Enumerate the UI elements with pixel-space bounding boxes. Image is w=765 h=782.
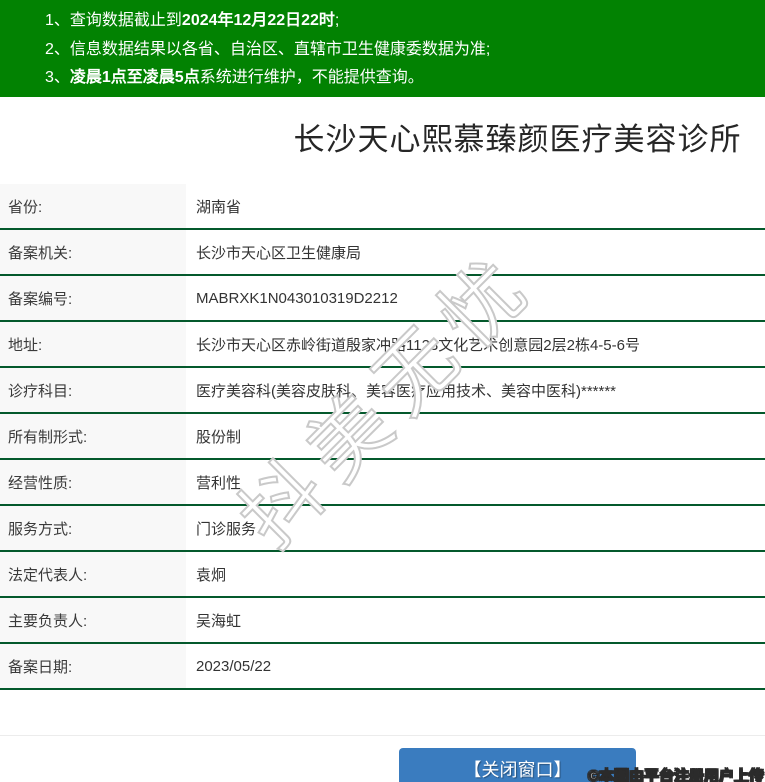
row-value: 吴海虹	[196, 612, 242, 630]
notice-line-1: 1、查询数据截止到2024年12月22日22时;	[45, 7, 765, 36]
row-label: 所有制形式:	[0, 414, 186, 458]
row-label: 备案编号:	[0, 276, 186, 320]
notice-bold-text: 凌晨1点至凌晨5点	[69, 69, 200, 86]
table-row: 所有制形式: 股份制	[0, 414, 765, 460]
notice-num: 3、	[45, 69, 70, 86]
table-row: 省份: 湖南省	[0, 184, 765, 230]
notice-text: ;	[334, 12, 340, 29]
row-value: 股份制	[196, 428, 242, 446]
table-row: 备案日期: 2023/05/22	[0, 644, 765, 690]
notice-bold-text: 2024年12月22日22时	[181, 12, 335, 29]
table-row: 主要负责人: 吴海虹	[0, 598, 765, 644]
page-title: 长沙天心熙慕臻颜医疗美容诊所	[293, 122, 742, 157]
table-row: 备案编号: MABRXK1N043010319D2212	[0, 276, 765, 322]
query-result-page: 1、查询数据截止到2024年12月22日22时; 2、信息数据结果以各省、自治区…	[0, 0, 765, 782]
row-label: 备案日期:	[0, 644, 186, 688]
row-label: 主要负责人:	[0, 598, 186, 642]
table-row: 经营性质: 营利性	[0, 460, 765, 506]
table-row: 诊疗科目: 医疗美容科(美容皮肤科、美容医疗应用技术、美容中医科)******	[0, 368, 765, 414]
bottom-divider	[0, 735, 765, 736]
row-label: 服务方式:	[0, 506, 186, 550]
row-value: 湖南省	[196, 198, 242, 216]
notice-text: 信息数据结果以各省、自治区、直辖市卫生健康委数据为准;	[69, 40, 491, 58]
row-value: 长沙市天心区卫生健康局	[196, 244, 362, 262]
notice-num: 1、	[45, 12, 70, 29]
row-label: 省份:	[0, 184, 186, 228]
row-label: 地址:	[0, 322, 186, 366]
row-value: 袁炯	[196, 566, 227, 584]
table-row: 法定代表人: 袁炯	[0, 552, 765, 598]
row-label: 经营性质:	[0, 460, 186, 504]
close-window-button[interactable]: 【关闭窗口】	[399, 748, 636, 782]
row-label: 备案机关:	[0, 230, 186, 274]
notice-line-3: 3、凌晨1点至凌晨5点系统进行维护，不能提供查询。	[45, 64, 765, 93]
notice-text: 系统进行维护，不能提供查询。	[199, 69, 424, 86]
notice-line-2: 2、信息数据结果以各省、自治区、直辖市卫生健康委数据为准;	[45, 36, 765, 65]
row-value: 2023/05/22	[196, 657, 272, 675]
notice-bar: 1、查询数据截止到2024年12月22日22时; 2、信息数据结果以各省、自治区…	[0, 0, 765, 97]
row-value: 医疗美容科(美容皮肤科、美容医疗应用技术、美容中医科)******	[196, 382, 617, 400]
row-label: 法定代表人:	[0, 552, 186, 596]
notice-text: 查询数据截止到	[69, 12, 182, 29]
notice-num: 2、	[45, 40, 70, 58]
info-table: 省份: 湖南省 备案机关: 长沙市天心区卫生健康局 备案编号: MABRXK1N…	[0, 184, 765, 690]
table-row: 备案机关: 长沙市天心区卫生健康局	[0, 230, 765, 276]
table-row: 地址: 长沙市天心区赤岭街道殷家冲路1123文化艺术创意园2层2栋4-5-6号	[0, 322, 765, 368]
row-value: 营利性	[196, 474, 242, 492]
row-value: 长沙市天心区赤岭街道殷家冲路1123文化艺术创意园2层2栋4-5-6号	[196, 336, 640, 354]
table-row: 服务方式: 门诊服务	[0, 506, 765, 552]
row-label: 诊疗科目:	[0, 368, 186, 412]
row-value: MABRXK1N043010319D2212	[196, 289, 398, 307]
row-value: 门诊服务	[196, 520, 257, 538]
